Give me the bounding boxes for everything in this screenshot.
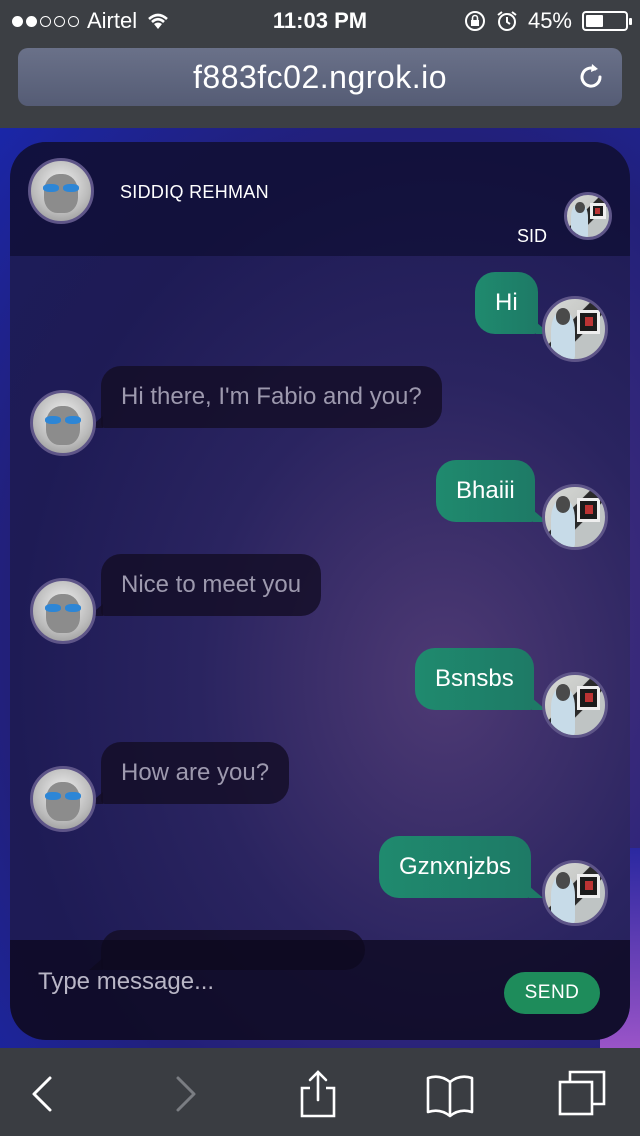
address-bar[interactable]: f883fc02.ngrok.io xyxy=(18,48,622,106)
chat-window: SIDDIQ REHMAN SID Hi Hi there, I'm Fabio… xyxy=(10,142,630,1040)
reload-icon[interactable] xyxy=(574,60,608,94)
tabs-icon[interactable] xyxy=(558,1070,606,1118)
rotation-lock-icon xyxy=(464,11,485,31)
user-avatar xyxy=(542,296,608,362)
message-text: Bsnsbs xyxy=(435,665,514,692)
chat-header: SIDDIQ REHMAN SID xyxy=(10,142,630,256)
message-sent: Bhaiii xyxy=(436,460,547,522)
message-text: Bhaiii xyxy=(456,477,515,504)
message-received: Nice to meet you xyxy=(88,554,322,616)
message-composer: SEND xyxy=(10,940,630,1040)
message-sent: Gznxnjzbs xyxy=(379,836,544,898)
user-avatar xyxy=(564,192,612,240)
send-button[interactable]: SEND xyxy=(504,972,600,1014)
status-right: 45% xyxy=(464,8,632,34)
web-page: SIDDIQ REHMAN SID Hi Hi there, I'm Fabio… xyxy=(0,128,640,1048)
browser-toolbar xyxy=(0,1048,640,1136)
alarm-icon xyxy=(497,11,517,31)
url-text[interactable]: f883fc02.ngrok.io xyxy=(193,59,447,96)
message-input[interactable] xyxy=(38,964,478,1000)
user-avatar xyxy=(542,672,608,738)
user-avatar xyxy=(542,860,608,926)
user-avatar xyxy=(542,484,608,550)
bot-avatar xyxy=(30,390,96,456)
battery-icon xyxy=(582,11,632,31)
message-text: Gznxnjzbs xyxy=(399,853,512,880)
message-received: Hi there, I'm Fabio and you? xyxy=(89,366,442,428)
message-text: Nice to meet you xyxy=(121,571,302,598)
message-text: Hi xyxy=(495,289,518,316)
battery-percent: 45% xyxy=(527,8,572,33)
message-list: Hi Hi there, I'm Fabio and you? Bhaiii N… xyxy=(10,256,630,1040)
message-sent: Hi xyxy=(475,272,550,334)
forward-icon[interactable] xyxy=(160,1070,208,1118)
bookmarks-icon[interactable] xyxy=(426,1070,474,1118)
back-icon[interactable] xyxy=(20,1070,68,1118)
message-text: Hi there, I'm Fabio and you? xyxy=(121,383,422,410)
browser-address-area: f883fc02.ngrok.io xyxy=(0,40,640,128)
message-received: How are you? xyxy=(88,742,290,804)
message-sent: Bsnsbs xyxy=(415,648,546,710)
bot-avatar xyxy=(30,578,96,644)
status-bar: Airtel 11:03 PM 45% xyxy=(0,0,640,40)
message-text: How are you? xyxy=(121,759,270,786)
contact-name: SIDDIQ REHMAN xyxy=(120,182,269,202)
share-icon[interactable] xyxy=(294,1070,342,1118)
user-label: SID xyxy=(517,226,548,246)
bot-avatar xyxy=(30,766,96,832)
bot-avatar xyxy=(28,158,94,224)
